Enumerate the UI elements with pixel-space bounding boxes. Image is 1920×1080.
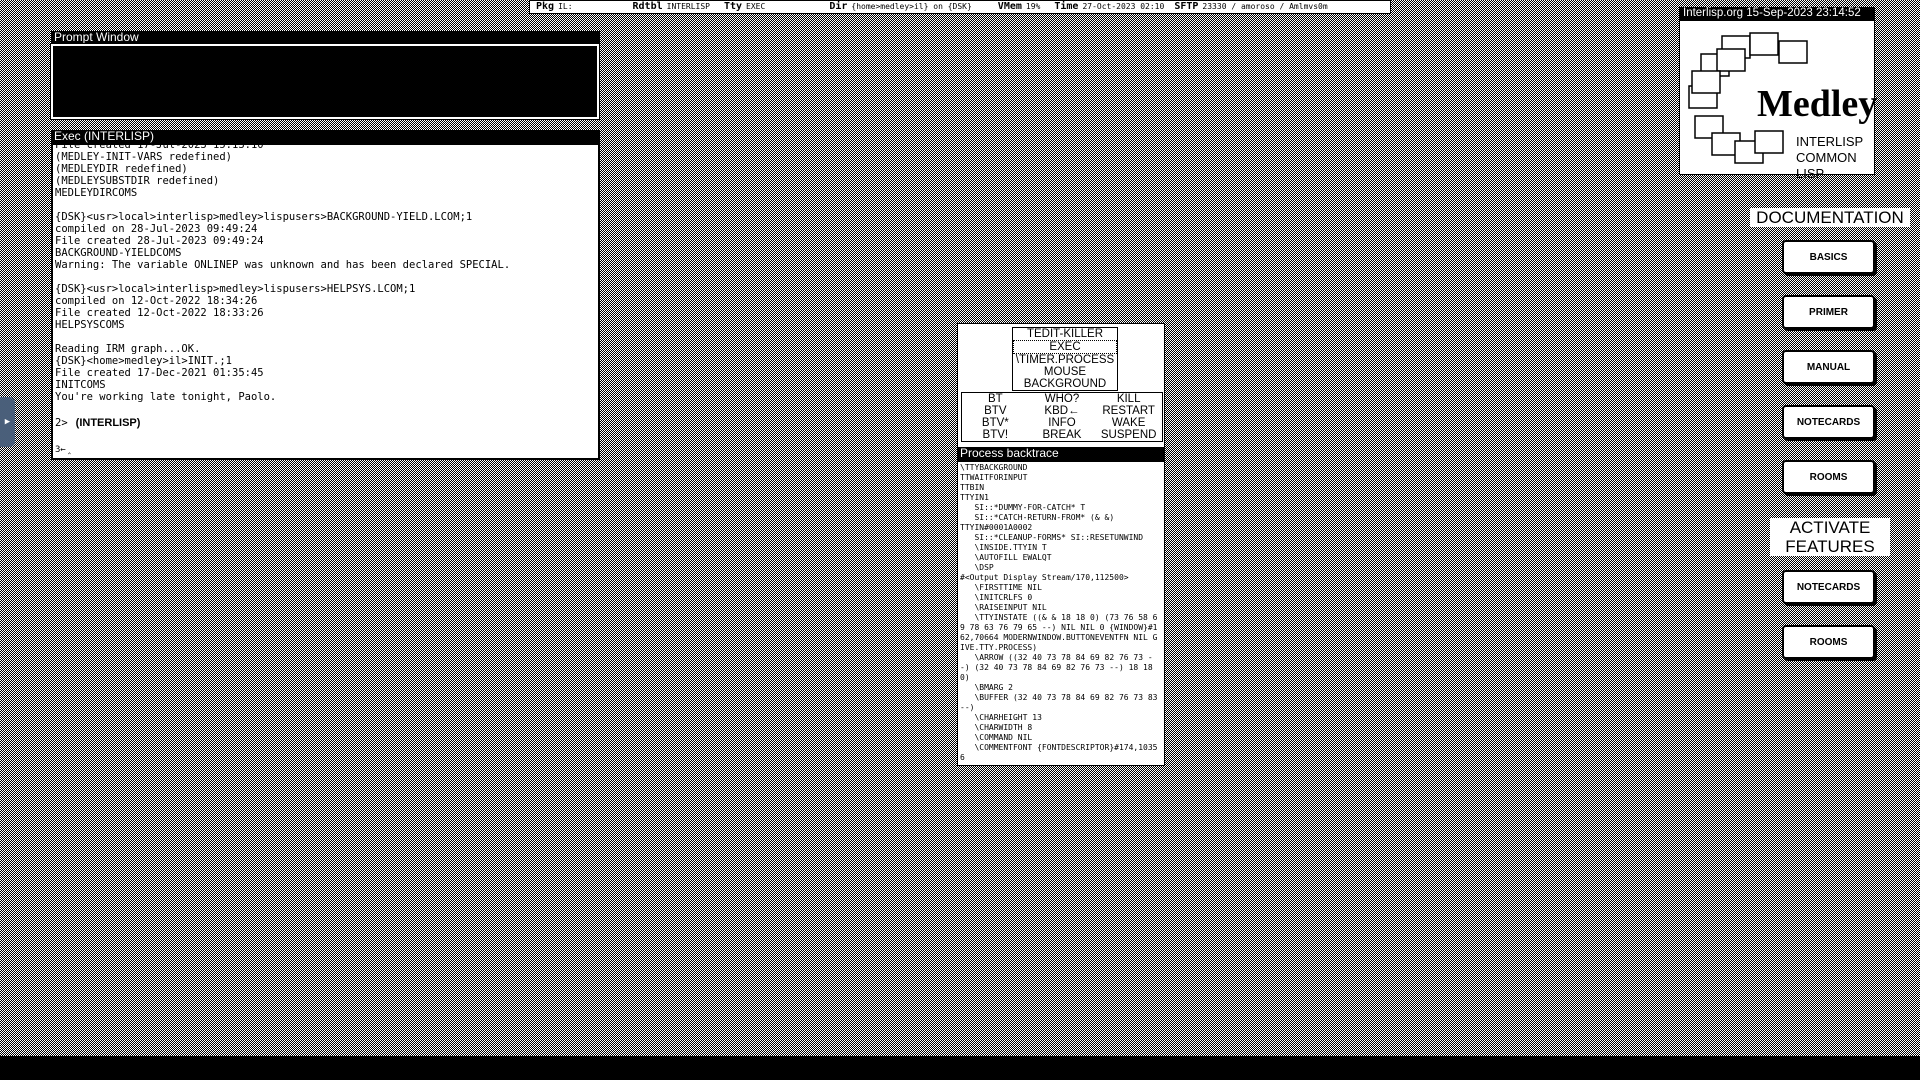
exec-output-line: compiled on 12-Oct-2022 18:34:26 [55, 295, 258, 307]
exec-output-line: You're working late tonight, Paolo. [55, 391, 277, 403]
caret-icon: ‸ [67, 445, 71, 455]
documentation-heading: DOCUMENTATION [1750, 208, 1910, 227]
pkg-label: Pkg [536, 1, 555, 12]
exec-output-line: File created 28-Jul-2023 09:49:24 [55, 235, 264, 247]
process-command-button[interactable]: WAKE [1095, 417, 1162, 429]
exec-output-line: {DSK}<usr>local>interlisp>medley>lispuse… [55, 211, 473, 223]
feature-rooms-button[interactable]: ROOMS [1782, 625, 1875, 659]
exec-output-line: (MEDLEYSUBSTDIR redefined) [55, 175, 220, 187]
vmem-label: VMem [997, 1, 1022, 12]
input-prompt: 3← [55, 445, 66, 455]
backtrace-text: \TTYBACKGROUND TTWAITFORINPUT TTBIN TTYI… [960, 463, 1158, 762]
exec-prompt-line: 2> (INTERLISP) [55, 417, 140, 429]
exec-output-line: MEDLEYDIRCOMS [55, 187, 138, 199]
time-value: 27-Oct-2023 02:10 [1082, 2, 1165, 11]
exec-output-line: Warning: The variable ONLINEP was unknow… [55, 259, 511, 271]
side-tab-handle[interactable]: ▶ [0, 397, 15, 447]
process-command-button[interactable]: KILL [1095, 393, 1162, 405]
exec-output-line: File created 12-Oct-2022 18:33:26 [55, 307, 264, 319]
process-list: TEDIT-KILLER EXEC \TIMER.PROCESS MOUSE BACKG… [1012, 327, 1118, 391]
rdtbl-label: Rdtbl [632, 1, 663, 12]
process-command-button[interactable]: BTV! [962, 429, 1029, 441]
process-command-button[interactable]: BTV [962, 405, 1029, 417]
vmem-value: 19% [1025, 2, 1041, 11]
exec-output-line: {DSK}<usr>local>interlisp>medley>lispuse… [55, 283, 416, 295]
exec-output-line: BACKGROUND-YIELDCOMS [55, 247, 182, 259]
exec-output-line: Reading IRM graph...OK. [55, 343, 201, 355]
exec-output-line [55, 271, 510, 283]
exec-output-line [55, 331, 510, 343]
pkg-value: IL: [558, 2, 573, 11]
process-command-button[interactable]: BREAK [1029, 429, 1096, 441]
process-command-button[interactable]: RESTART [1095, 405, 1162, 417]
exec-output-line: File created 17-Dec-2021 01:35:45 [55, 367, 264, 379]
bottom-bar [0, 1056, 1920, 1080]
logo-sub-interlisp: INTERLISP [1796, 134, 1864, 149]
prompt-number: 2> [55, 417, 68, 429]
exec-output-line: (MEDLEY-INIT-VARS redefined) [55, 151, 233, 163]
exec-output-line: {DSK}<home>medley>il>INIT.;1 [55, 355, 233, 367]
chevron-right-icon: ▶ [4, 417, 11, 427]
process-status-window: TEDIT-KILLER EXEC \TIMER.PROCESS MOUSE BACKG… [957, 323, 1165, 448]
exec-output-line: File created 17-Jul-2023 15:13:10 [55, 143, 264, 151]
medley-wordmark: Medley [1757, 83, 1878, 125]
process-command-button[interactable]: KBD← [1029, 405, 1096, 417]
features-heading-line1: ACTIVATE [1789, 518, 1871, 537]
exec-output-line [55, 199, 510, 211]
doc-manual-button[interactable]: MANUAL [1782, 350, 1875, 384]
features-heading-line2: FEATURES [1785, 537, 1875, 556]
process-command-button[interactable]: BTV* [962, 417, 1029, 429]
medley-subtitle: INTERLISP COMMON LISP [1796, 134, 1874, 182]
doc-rooms-button[interactable]: ROOMS [1782, 460, 1875, 494]
process-item[interactable]: \TIMER.PROCESS [1013, 354, 1117, 366]
activate-features-heading: ACTIVATE FEATURES [1770, 518, 1890, 556]
time-label: Time [1054, 1, 1079, 12]
process-commands: BT WHO? KILL BTV KBD← RESTART BTV* INFO WAKE BTV!… [961, 392, 1163, 442]
medley-logo: Medley INTERLISP COMMON LISP [1679, 20, 1878, 181]
sftp-value: 23330 / amoroso / Amlmvs0m [1202, 2, 1328, 11]
exec-window-body[interactable]: File created 17-Jul-2023 15:13:10 (MEDLEY… [51, 143, 600, 460]
backtrace-window[interactable]: \TTYBACKGROUND TTWAITFORINPUT TTBIN TTYI… [957, 461, 1165, 766]
backtrace-title[interactable]: Process backtrace [957, 447, 1165, 461]
logo-sub-commonlisp: COMMON LISP [1796, 150, 1857, 181]
process-item[interactable]: BACKGROUND [1013, 378, 1117, 390]
prompt-window-body[interactable] [50, 43, 600, 120]
process-command-button[interactable]: INFO [1029, 417, 1096, 429]
dir-value: {home>medley>il} on {DSK} [851, 2, 972, 11]
dir-label: Dir [829, 1, 848, 12]
doc-basics-button[interactable]: BASICS [1782, 240, 1875, 274]
process-command-button[interactable]: BT [962, 393, 1029, 405]
process-item[interactable]: MOUSE [1013, 366, 1117, 378]
status-bar: Pkg IL: Rdtbl INTERLISP Tty EXEC Dir {home>m… [529, 0, 1391, 14]
exec-input-line[interactable]: 3← ‸ [55, 445, 71, 455]
prompt-window-title[interactable]: Prompt Window [51, 31, 600, 44]
sftp-label: SFTP [1174, 1, 1199, 12]
process-command-button[interactable]: SUSPEND [1095, 429, 1162, 441]
exec-output-line: HELPSYSCOMS [55, 319, 125, 331]
exec-output-line: INITCOMS [55, 379, 106, 391]
doc-primer-button[interactable]: PRIMER [1782, 295, 1875, 329]
exec-window-title[interactable]: Exec (INTERLISP) [51, 130, 600, 143]
prompt-mode-label: (INTERLISP) [75, 417, 141, 429]
tty-label: Tty [723, 1, 743, 12]
process-item[interactable]: EXEC [1013, 340, 1117, 354]
process-item[interactable]: TEDIT-KILLER [1013, 328, 1117, 340]
doc-notecards-button[interactable]: NOTECARDS [1782, 405, 1875, 439]
tty-value: EXEC [746, 2, 766, 11]
logo-title: Interlisp.org 15-Sep-2023 23:14:52 [1679, 7, 1875, 20]
exec-output: File created 17-Jul-2023 15:13:10 (MEDLEY… [53, 143, 511, 403]
feature-notecards-button[interactable]: NOTECARDS [1782, 570, 1875, 604]
rdtbl-value: INTERLISP [666, 2, 710, 11]
exec-output-line: (MEDLEYDIR redefined) [55, 163, 188, 175]
process-command-button[interactable]: WHO? [1029, 393, 1096, 405]
exec-output-line: compiled on 28-Jul-2023 09:49:24 [55, 223, 258, 235]
